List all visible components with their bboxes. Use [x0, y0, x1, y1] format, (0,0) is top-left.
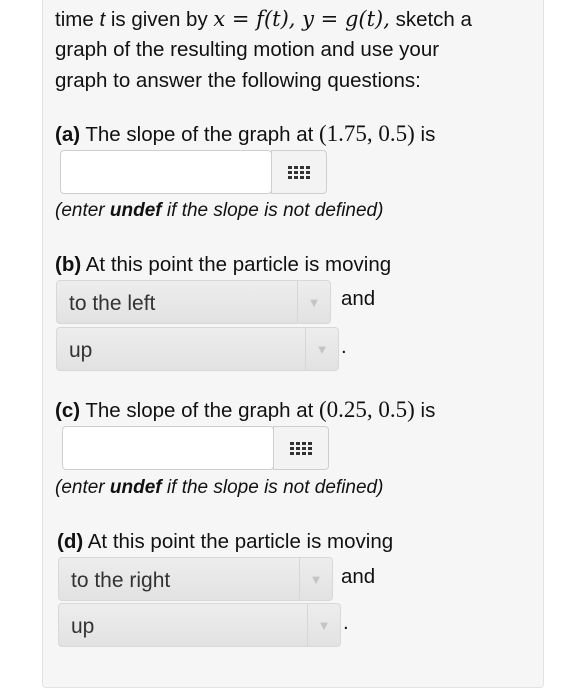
part-c-question: (c) The slope of the graph at (0.25, 0.5… — [55, 397, 436, 422]
dropdown-arrow-icon: ▼ — [299, 558, 332, 600]
point-c: (0.25, 0.5) — [319, 397, 415, 422]
question-panel: time t is given by x = f(t), y = g(t), s… — [42, 0, 544, 688]
intro-line-3: graph to answer the following questions: — [55, 69, 421, 92]
dropdown-arrow-icon: ▼ — [307, 604, 340, 646]
keyboard-grid-icon — [288, 165, 310, 179]
keyboard-grid-icon — [290, 441, 312, 455]
period-b: . — [341, 335, 347, 358]
and-label-d: and — [341, 565, 376, 588]
keyboard-button-c[interactable] — [273, 426, 329, 470]
direction-y-select-b[interactable]: up ▼ — [56, 327, 339, 371]
intro-line-1: time t is given by x = f(t), y = g(t), s… — [55, 7, 472, 31]
dropdown-arrow-icon: ▼ — [305, 328, 338, 370]
direction-x-select-d[interactable]: to the right ▼ — [58, 557, 333, 601]
and-label-b: and — [341, 287, 376, 310]
direction-y-select-d[interactable]: up ▼ — [58, 603, 341, 647]
direction-x-select-b[interactable]: to the left ▼ — [56, 280, 331, 324]
slope-a-input[interactable] — [60, 150, 272, 194]
keyboard-button-a[interactable] — [271, 150, 327, 194]
motion-equation: x = f(t), y = g(t), — [213, 7, 390, 31]
period-d: . — [343, 611, 349, 634]
part-a-note: (enter undef if the slope is not defined… — [55, 200, 384, 221]
intro-line-2: graph of the resulting motion and use yo… — [55, 38, 440, 61]
dropdown-arrow-icon: ▼ — [297, 281, 330, 323]
slope-c-input[interactable] — [62, 426, 274, 470]
point-a: (1.75, 0.5) — [319, 121, 415, 146]
part-b-question: (b) At this point the particle is moving — [55, 253, 392, 276]
part-c-note: (enter undef if the slope is not defined… — [55, 477, 384, 498]
part-d-question: (d) At this point the particle is moving — [57, 530, 394, 553]
part-a-question: (a) The slope of the graph at (1.75, 0.5… — [55, 121, 436, 146]
